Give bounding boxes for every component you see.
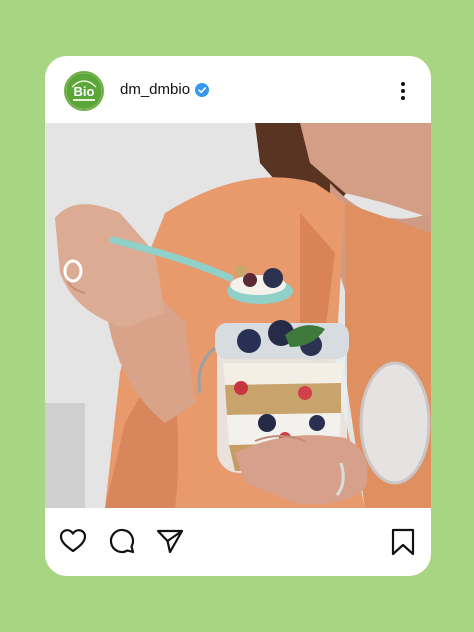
profile-avatar[interactable]: Bio bbox=[64, 71, 104, 111]
send-paper-plane-icon[interactable] bbox=[156, 528, 184, 554]
username[interactable]: dm_dmbio bbox=[120, 81, 190, 98]
photo-illustration bbox=[45, 123, 431, 508]
post-photo[interactable] bbox=[45, 123, 431, 508]
heart-icon[interactable] bbox=[59, 528, 87, 554]
dmbio-logo-icon: Bio bbox=[66, 73, 102, 109]
avatar-logo-text: Bio bbox=[74, 84, 95, 99]
more-options-icon[interactable] bbox=[395, 79, 411, 103]
verified-badge-icon bbox=[195, 83, 209, 97]
bookmark-icon[interactable] bbox=[390, 528, 416, 556]
comment-bubble-icon[interactable] bbox=[109, 528, 135, 554]
post-card: Bio dm_dmbio bbox=[45, 56, 431, 576]
post-header: Bio dm_dmbio bbox=[45, 56, 431, 123]
post-actions-bar bbox=[45, 508, 431, 576]
